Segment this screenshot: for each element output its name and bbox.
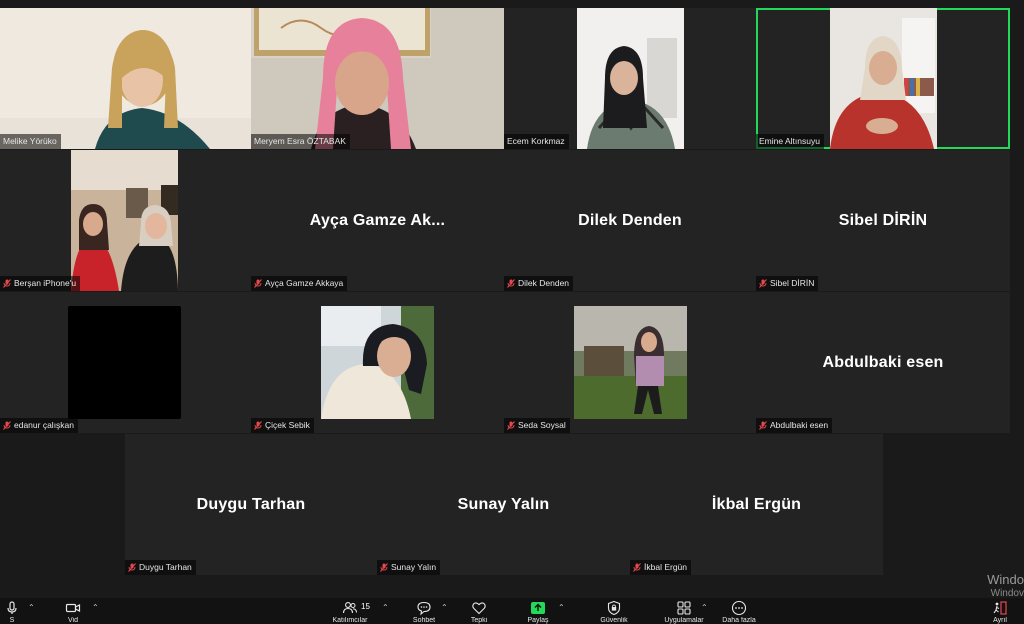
participant-profile-photo xyxy=(321,306,434,419)
video-tile-dilek[interactable]: Dilek Denden Dilek Denden xyxy=(504,150,756,291)
chat-button[interactable]: Sohbet xyxy=(410,600,438,624)
participant-name-label: edanur çalışkan xyxy=(0,418,79,433)
mic-muted-icon xyxy=(380,563,388,572)
video-tile-bersan[interactable]: Berşan iPhone'u xyxy=(0,150,251,291)
video-tile-cicek[interactable]: Çiçek Sebik xyxy=(251,292,504,433)
participant-name-label: Abdulbaki esen xyxy=(756,418,833,433)
participant-display-name: Ayça Gamze Ak... xyxy=(309,211,446,229)
mic-muted-icon xyxy=(3,421,11,430)
video-tile-ikbal[interactable]: İkbal Ergün İkbal Ergün xyxy=(630,434,883,575)
participant-video xyxy=(577,8,684,149)
participant-name-label: Dilek Denden xyxy=(504,276,574,291)
mute-options-caret[interactable]: ⌃ xyxy=(28,603,35,612)
video-tile-ecem[interactable]: Ecem Korkmaz xyxy=(504,8,756,149)
leave-door-icon xyxy=(993,601,1007,615)
mute-button[interactable]: S xyxy=(3,600,21,624)
participant-display-name: Sunay Yalın xyxy=(457,495,550,513)
participant-name-label: Ecem Korkmaz xyxy=(504,134,569,149)
participant-video xyxy=(251,8,504,149)
mic-muted-icon xyxy=(254,421,262,430)
share-options-caret[interactable]: ⌃ xyxy=(558,603,565,612)
participant-name-label: Seda Soysal xyxy=(504,418,570,433)
apps-icon xyxy=(677,601,691,615)
participant-video xyxy=(68,306,181,419)
more-options-icon xyxy=(731,600,747,616)
participant-display-name: Abdulbaki esen xyxy=(822,353,944,371)
video-camera-icon xyxy=(65,603,81,613)
apps-button[interactable]: Uygulamalar xyxy=(664,600,704,624)
participants-options-caret[interactable]: ⌃ xyxy=(382,603,389,612)
participant-video xyxy=(0,8,251,149)
react-button[interactable]: Tepki xyxy=(462,600,496,624)
participant-name-label: Meryem Esra ÖZTABAK xyxy=(251,134,350,149)
meeting-toolbar: S ⌃ Vid ⌃ Katılımcılar 15 ⌃ Sohbet ⌃ Tep… xyxy=(0,598,1024,624)
participant-count: 15 xyxy=(361,602,370,611)
participant-name-label: Berşan iPhone'u xyxy=(0,276,81,291)
video-tile-melike[interactable]: Melike Yörüko xyxy=(0,8,251,149)
mic-muted-icon xyxy=(759,279,767,288)
video-tile-duygu[interactable]: Duygu Tarhan Duygu Tarhan xyxy=(125,434,377,575)
participant-display-name: Dilek Denden xyxy=(578,211,682,229)
share-screen-icon xyxy=(531,602,545,614)
video-tile-abdulbaki[interactable]: Abdulbaki esen Abdulbaki esen xyxy=(756,292,1010,433)
video-tile-emine-active-speaker[interactable]: Emine Altınsuyu xyxy=(756,8,1010,149)
video-tile-seda[interactable]: Seda Soysal xyxy=(504,292,756,433)
mic-muted-icon xyxy=(254,279,262,288)
participant-name-label: Sibel DİRİN xyxy=(756,276,819,291)
shield-icon xyxy=(607,600,621,616)
participant-video xyxy=(830,8,937,149)
video-tile-sunay[interactable]: Sunay Yalın Sunay Yalın xyxy=(377,434,630,575)
share-screen-button[interactable]: Paylaş xyxy=(524,600,552,624)
participant-name-label: Emine Altınsuyu xyxy=(756,134,824,149)
security-button[interactable]: Güvenlik xyxy=(598,600,630,624)
heart-icon xyxy=(472,602,486,615)
participant-name-label: İkbal Ergün xyxy=(630,560,691,575)
participant-name-label: Sunay Yalın xyxy=(377,560,441,575)
video-tile-sibel[interactable]: Sibel DİRİN Sibel DİRİN xyxy=(756,150,1010,291)
video-options-caret[interactable]: ⌃ xyxy=(92,603,99,612)
participant-video xyxy=(71,150,178,291)
mic-muted-icon xyxy=(507,421,515,430)
participant-name-label: Melike Yörüko xyxy=(0,134,61,149)
video-tile-edanur[interactable]: edanur çalışkan xyxy=(0,292,251,433)
video-tile-ayca[interactable]: Ayça Gamze Ak... Ayça Gamze Akkaya xyxy=(251,150,504,291)
mic-muted-icon xyxy=(3,279,11,288)
chat-options-caret[interactable]: ⌃ xyxy=(441,603,448,612)
leave-button[interactable]: Ayrıl xyxy=(988,600,1012,624)
mic-muted-icon xyxy=(128,563,136,572)
participant-profile-photo xyxy=(574,306,687,419)
participant-display-name: Duygu Tarhan xyxy=(196,495,306,513)
mic-muted-icon xyxy=(507,279,515,288)
participants-icon xyxy=(342,602,357,614)
chat-bubble-icon xyxy=(417,601,431,616)
mic-muted-icon xyxy=(633,563,641,572)
participant-display-name: Sibel DİRİN xyxy=(838,211,928,229)
windows-activation-watermark: Windo xyxy=(987,572,1024,587)
more-button[interactable]: Daha fazla xyxy=(719,600,759,624)
video-tile-meryem[interactable]: Meryem Esra ÖZTABAK xyxy=(251,8,504,149)
participant-name-label: Ayça Gamze Akkaya xyxy=(251,276,348,291)
participant-display-name: İkbal Ergün xyxy=(711,495,802,513)
microphone-icon xyxy=(7,601,17,614)
video-gallery: Melike Yörüko Meryem Esra ÖZTABAK Ecem K… xyxy=(0,0,1024,599)
participant-name-label: Çiçek Sebik xyxy=(251,418,314,433)
apps-options-caret[interactable]: ⌃ xyxy=(701,603,708,612)
mic-muted-icon xyxy=(759,421,767,430)
participant-name-label: Duygu Tarhan xyxy=(125,560,196,575)
video-button[interactable]: Vid xyxy=(60,600,86,624)
